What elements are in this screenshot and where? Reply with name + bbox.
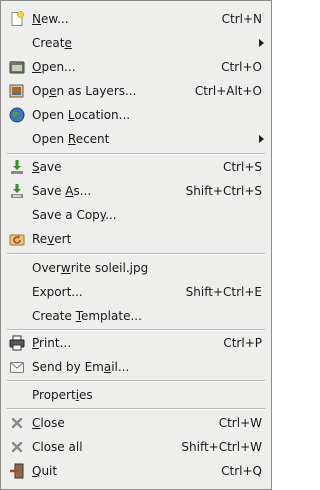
menu-item-create-template[interactable]: Create Template... — [2, 304, 270, 328]
accel-save-as: Shift+Ctrl+S — [185, 184, 262, 198]
open-folder-icon — [9, 59, 25, 75]
accel-export: Shift+Ctrl+E — [185, 285, 262, 299]
envelope-icon — [9, 359, 25, 375]
accel-open-as-layers: Ctrl+Alt+O — [194, 84, 262, 98]
accel-close: Ctrl+W — [218, 416, 262, 430]
menu-separator — [7, 253, 265, 255]
accel-close-all: Shift+Ctrl+W — [181, 440, 262, 454]
revert-icon — [9, 231, 25, 247]
save-as-icon — [9, 183, 25, 199]
menu-separator — [7, 380, 265, 382]
menu-item-open-as-layers[interactable]: Open as Layers... Ctrl+Alt+O — [2, 79, 270, 103]
menu-item-open[interactable]: Open... Ctrl+O — [2, 55, 270, 79]
menu-item-revert[interactable]: Revert — [2, 227, 270, 251]
new-document-icon — [9, 11, 25, 27]
menu-item-properties[interactable]: Properties — [2, 383, 270, 407]
close-x-icon — [9, 439, 25, 455]
quit-icon — [9, 463, 25, 479]
menu-item-quit[interactable]: Quit Ctrl+Q — [2, 459, 270, 483]
accel-save: Ctrl+S — [222, 160, 262, 174]
printer-icon — [9, 335, 25, 351]
menu-item-print[interactable]: Print... Ctrl+P — [2, 331, 270, 355]
menu-item-send-email[interactable]: Send by Email... — [2, 355, 270, 379]
menu-item-save-copy[interactable]: Save a Copy... — [2, 203, 270, 227]
menu-item-open-location[interactable]: Open Location... — [2, 103, 270, 127]
accel-open: Ctrl+O — [221, 60, 262, 74]
menu-item-create[interactable]: Create — [2, 31, 270, 55]
submenu-arrow-icon — [259, 135, 264, 143]
menu-item-export[interactable]: Export... Shift+Ctrl+E — [2, 280, 270, 304]
menu-item-open-recent[interactable]: Open Recent — [2, 127, 270, 151]
menu-item-new[interactable]: New... Ctrl+N — [2, 7, 270, 31]
menu-item-overwrite[interactable]: Overwrite soleil.jpg — [2, 256, 270, 280]
close-x-icon — [9, 415, 25, 431]
globe-icon — [9, 107, 25, 123]
menu-separator — [7, 408, 265, 410]
menu-item-save[interactable]: Save Ctrl+S — [2, 155, 270, 179]
submenu-arrow-icon — [259, 39, 264, 47]
accel-print: Ctrl+P — [223, 336, 262, 350]
save-icon — [9, 159, 25, 175]
menu-item-close[interactable]: Close Ctrl+W — [2, 411, 270, 435]
accel-quit: Ctrl+Q — [221, 464, 262, 478]
menu-item-close-all[interactable]: Close all Shift+Ctrl+W — [2, 435, 270, 459]
open-as-layers-icon — [9, 83, 25, 99]
accel-new: Ctrl+N — [221, 12, 262, 26]
file-menu: New... Ctrl+N Create Open... Ctrl+O Open… — [0, 0, 272, 490]
menu-item-save-as[interactable]: Save As... Shift+Ctrl+S — [2, 179, 270, 203]
